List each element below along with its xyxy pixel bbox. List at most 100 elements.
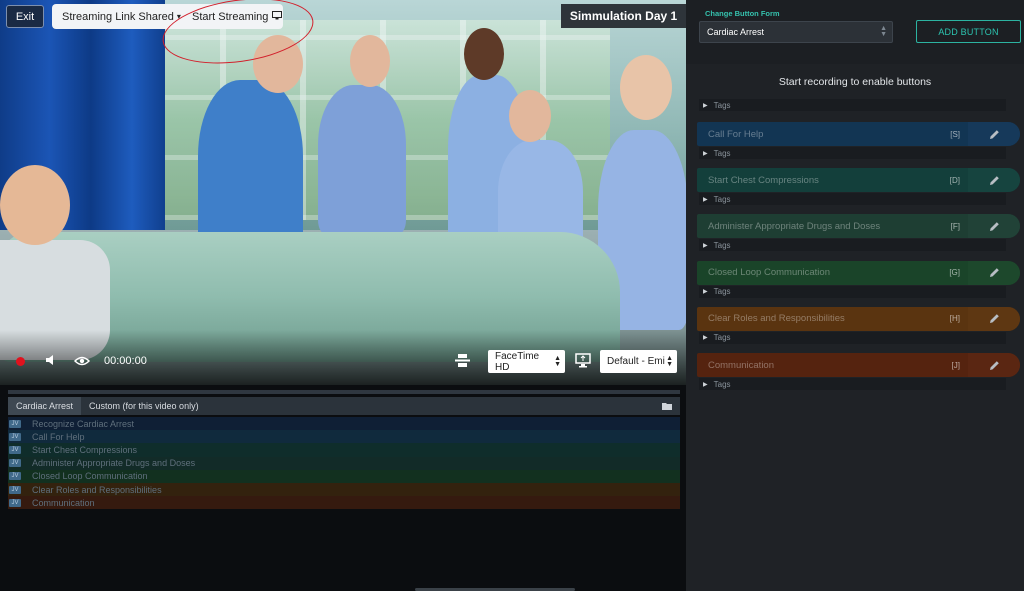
- timeline-row[interactable]: JV Clear Roles and Responsibilities: [8, 482, 680, 497]
- pencil-icon[interactable]: [968, 122, 1020, 146]
- app-root: Exit Streaming Link Shared ▾ Start Strea…: [0, 0, 1024, 591]
- event-button-shortcut: [D]: [949, 175, 960, 185]
- button-form-select[interactable]: Cardiac Arrest ▲ ▼: [699, 21, 893, 43]
- pencil-icon[interactable]: [968, 168, 1020, 193]
- streaming-link-label: Streaming Link Shared: [62, 10, 174, 23]
- event-button-label: Clear Roles and Responsibilities: [708, 313, 845, 325]
- add-button[interactable]: ADD BUTTON: [916, 20, 1021, 43]
- eye-icon[interactable]: [73, 354, 91, 370]
- tags-label: Tags: [713, 287, 731, 297]
- event-button[interactable]: Start Chest Compressions [D]: [697, 168, 1020, 193]
- audio-select[interactable]: Default - Emi ▲ ▼: [600, 350, 677, 373]
- streaming-link-dropdown[interactable]: Streaming Link Shared ▾: [52, 11, 182, 23]
- timeline-row-label: Recognize Cardiac Arrest: [32, 418, 135, 429]
- event-button-shortcut: [J]: [951, 360, 960, 370]
- exit-button[interactable]: Exit: [6, 5, 44, 28]
- pencil-icon[interactable]: [968, 353, 1020, 377]
- timeline-row-tag: JV: [9, 485, 21, 494]
- person-head: [620, 55, 672, 120]
- timeline-row[interactable]: JV Communication: [8, 496, 680, 510]
- session-title: Simmulation Day 1: [561, 4, 686, 28]
- timeline-row-tag: JV: [9, 419, 21, 428]
- expand-triangle-icon: ▶: [703, 150, 708, 157]
- select-arrows-icon: ▲ ▼: [666, 354, 673, 368]
- event-button-shortcut: [S]: [950, 129, 960, 139]
- event-button[interactable]: Clear Roles and Responsibilities [H]: [697, 306, 1020, 331]
- sidebar: Change Button Form Cardiac Arrest ▲ ▼ ADD…: [686, 0, 1024, 591]
- tags-label: Tags: [713, 379, 731, 389]
- recording-message: Start recording to enable buttons: [778, 76, 932, 88]
- timeline-row-tag: JV: [9, 432, 21, 441]
- folder-icon[interactable]: [662, 397, 680, 415]
- timeline-row-label: Closed Loop Communication: [32, 471, 148, 482]
- pencil-icon[interactable]: [968, 306, 1020, 331]
- tags-label: Tags: [713, 148, 731, 158]
- tags-label: Tags: [713, 333, 731, 343]
- timeline-panel: Cardiac Arrest Custom (for this video on…: [0, 385, 686, 591]
- camera-select-value: FaceTime HD: [495, 350, 540, 373]
- person-head: [509, 90, 551, 142]
- person-figure: [318, 85, 406, 235]
- timeline-row-label: Call For Help: [32, 431, 85, 442]
- event-button-label: Administer Appropriate Drugs and Doses: [708, 220, 881, 232]
- event-button-label: Start Chest Compressions: [708, 174, 819, 186]
- tags-row[interactable]: ▶ Tags: [699, 378, 1006, 390]
- expand-triangle-icon: ▶: [703, 102, 708, 109]
- tags-label: Tags: [713, 194, 731, 204]
- manikin-head: [0, 165, 70, 245]
- form-label: Change Button Form: [705, 9, 780, 18]
- expand-triangle-icon: ▶: [703, 335, 708, 342]
- timeline-tabs: Cardiac Arrest Custom (for this video on…: [8, 397, 680, 415]
- select-arrows-icon: ▲ ▼: [880, 25, 887, 38]
- timeline-row[interactable]: JV Start Chest Compressions: [8, 443, 680, 457]
- tags-row[interactable]: ▶ Tags: [699, 147, 1006, 159]
- audio-select-value: Default - Emi: [607, 356, 665, 367]
- event-button-shortcut: [F]: [950, 221, 960, 231]
- timeline-row[interactable]: JV Recognize Cardiac Arrest: [8, 417, 680, 431]
- tab-cardiac-arrest[interactable]: Cardiac Arrest: [8, 397, 82, 415]
- tags-row[interactable]: ▶ Tags: [699, 331, 1006, 344]
- pencil-icon[interactable]: [968, 260, 1020, 285]
- person-head: [350, 35, 390, 87]
- event-button[interactable]: Administer Appropriate Drugs and Doses [F…: [697, 214, 1020, 239]
- split-icon[interactable]: [455, 353, 470, 371]
- tags-row[interactable]: ▶ Tags: [699, 99, 1006, 111]
- timeline-row-tag: JV: [9, 445, 21, 454]
- event-button[interactable]: Communication [J]: [697, 353, 1020, 377]
- timeline-row[interactable]: JV Closed Loop Communication: [8, 469, 680, 483]
- event-button[interactable]: Call For Help [S]: [697, 122, 1020, 146]
- tags-label: Tags: [713, 240, 731, 250]
- timeline-progress-track[interactable]: [8, 390, 680, 394]
- event-button-label: Closed Loop Communication: [708, 267, 830, 279]
- button-form-value: Cardiac Arrest: [707, 27, 765, 37]
- tags-row[interactable]: ▶ Tags: [699, 285, 1006, 298]
- pencil-icon[interactable]: [968, 214, 1020, 239]
- timeline-row[interactable]: JV Administer Appropriate Drugs and Doses: [8, 456, 680, 470]
- timeline-row-tag: JV: [9, 459, 21, 468]
- expand-triangle-icon: ▶: [703, 242, 708, 249]
- timeline-row-label: Communication: [32, 497, 95, 508]
- event-button[interactable]: Closed Loop Communication [G]: [697, 260, 1020, 285]
- record-button[interactable]: [16, 357, 25, 366]
- event-button-shortcut: [H]: [949, 314, 960, 324]
- timeline-row-label: Start Chest Compressions: [32, 444, 138, 455]
- event-button-label: Communication: [708, 359, 774, 371]
- camera-select[interactable]: FaceTime HD ▲ ▼: [488, 350, 565, 373]
- timeline-row-tag: JV: [9, 472, 21, 481]
- tab-custom[interactable]: Custom (for this video only): [81, 397, 207, 415]
- volume-icon[interactable]: [45, 353, 57, 370]
- timeline-row-label: Administer Appropriate Drugs and Doses: [32, 458, 196, 469]
- timeline-row[interactable]: JV Call For Help: [8, 430, 680, 444]
- event-button-label: Call For Help: [708, 128, 764, 140]
- tags-row[interactable]: ▶ Tags: [699, 239, 1006, 252]
- timeline-row-tag: JV: [9, 498, 21, 507]
- person-head: [464, 28, 504, 80]
- screen-share-icon[interactable]: [575, 353, 591, 371]
- expand-triangle-icon: ▶: [703, 381, 708, 388]
- timeline-row-label: Clear Roles and Responsibilities: [32, 484, 162, 495]
- timecode: 00:00:00: [104, 355, 147, 367]
- tags-label: Tags: [713, 100, 731, 110]
- expand-triangle-icon: ▶: [703, 289, 708, 296]
- event-button-shortcut: [G]: [949, 268, 960, 278]
- tags-row[interactable]: ▶ Tags: [699, 193, 1006, 206]
